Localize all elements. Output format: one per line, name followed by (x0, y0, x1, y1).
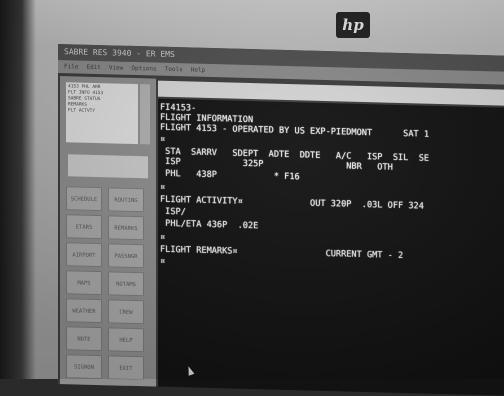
airport-button[interactable]: AIRPORT (66, 242, 102, 268)
routing-button[interactable]: ROUTING (108, 187, 144, 213)
signon-button[interactable]: SIGNON (66, 354, 102, 380)
bezel-shadow (0, 0, 36, 379)
menu-help[interactable]: Help (191, 63, 205, 76)
hp-logo-text: hp (342, 16, 364, 34)
terminal-line: FLIGHT ACTIVITY¤ OUT 320P .03L OFF 324 (160, 194, 424, 212)
help-button[interactable]: HELP (108, 327, 144, 353)
terminal-line: PHL/ETA 436P .02E (160, 218, 259, 232)
terminal-line: PHL 438P * F16 (160, 168, 300, 183)
exit-button[interactable]: EXIT (108, 355, 144, 381)
note-button[interactable]: NOTE (66, 326, 102, 352)
flight-list[interactable]: 4153 PHL ARR FLT INFO 4153 SABRE STATUS … (66, 82, 138, 145)
menu-options[interactable]: Options (131, 62, 156, 76)
terminal-line: ¤ (160, 182, 166, 193)
list-item[interactable]: FLT ACTVTY (68, 108, 136, 116)
terminal-line: FLIGHT 4153 - OPERATED BY US EXP-PIEDMON… (160, 122, 430, 140)
crew-button[interactable]: CREW (108, 299, 144, 325)
menu-edit[interactable]: Edit (86, 61, 100, 74)
terminal-line: ¤ (160, 256, 166, 267)
passenger-button[interactable]: PASSNGR (108, 243, 144, 269)
terminal-line: ¤ (160, 232, 166, 243)
left-panel: 4153 PHL ARR FLT INFO 4153 SABRE STATUS … (60, 76, 156, 389)
terminal-line: FLIGHT REMARKS¤ CURRENT GMT - 2 (160, 244, 404, 262)
terminal-output[interactable]: FI4153- FLIGHT INFORMATION FLIGHT 4153 -… (158, 98, 504, 396)
menu-tools[interactable]: Tools (165, 63, 183, 76)
remarks-button[interactable]: REMARKS (108, 215, 144, 241)
schedule-button[interactable]: SCHEDULE (66, 186, 102, 212)
list-grid (68, 154, 148, 179)
menu-file[interactable]: File (64, 60, 78, 73)
etars-button[interactable]: ETARS (66, 214, 102, 240)
menu-view[interactable]: View (109, 61, 123, 74)
terminal-line: ¤ (160, 134, 166, 145)
hp-logo: hp (336, 12, 370, 38)
maps-button[interactable]: MAPS (66, 270, 102, 296)
weather-button[interactable]: WEATHER (66, 298, 102, 324)
window-title: SABRE RES 3940 - ER EMS (64, 47, 175, 60)
terminal-line: ISP/ (160, 206, 186, 218)
list-scrollbar[interactable] (140, 84, 150, 145)
monitor-screen: SABRE RES 3940 - ER EMS File Edit View O… (58, 44, 504, 396)
notams-button[interactable]: NOTAMS (108, 271, 144, 297)
